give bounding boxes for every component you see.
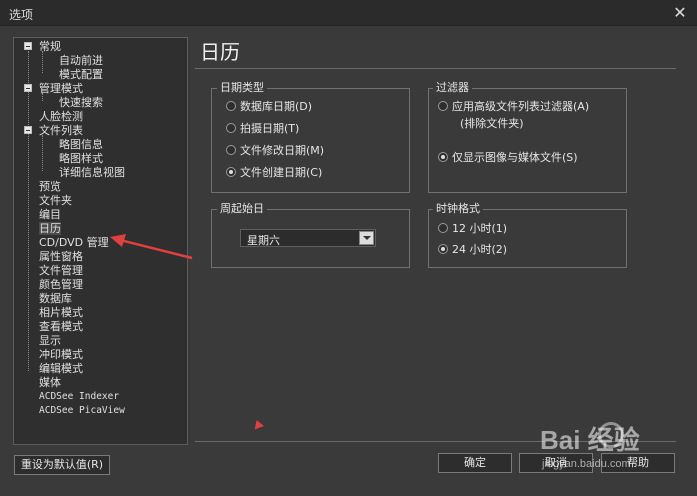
tree-item-cd-dvd[interactable]: CD/DVD 管理 — [39, 236, 109, 249]
tree-item-auto-advance[interactable]: 自动前进 — [59, 54, 103, 67]
tree-item-media[interactable]: 媒体 — [39, 376, 61, 389]
radio-24-hour[interactable]: 24 小时(2) — [438, 244, 507, 256]
tree-item-details-view[interactable]: 详细信息视图 — [59, 166, 125, 179]
tree-item-acdsee-picaview[interactable]: ACDSee PicaView — [39, 404, 125, 417]
expand-toggle-file-list[interactable] — [24, 126, 32, 134]
radio-dot[interactable] — [438, 223, 448, 233]
radio-images-media-only[interactable]: 仅显示图像与媒体文件(S) — [438, 152, 578, 164]
filter-sub-note: (排除文件夹) — [460, 117, 524, 130]
baidu-watermark: Bai 经验 jingyan.baidu.com — [540, 418, 690, 488]
expand-toggle-manage[interactable] — [24, 84, 32, 92]
tree-item-quick-search[interactable]: 快速搜索 — [59, 96, 103, 109]
week-start-title: 周起始日 — [217, 202, 267, 215]
clock-format-group — [428, 209, 627, 268]
radio-created-date[interactable]: 文件创建日期(C) — [226, 167, 322, 179]
tree-item-photo-mode[interactable]: 相片模式 — [39, 306, 83, 319]
radio-advanced-filter[interactable]: 应用高级文件列表过滤器(A) — [438, 101, 589, 113]
tree-item-file-list[interactable]: 文件列表 — [39, 124, 83, 137]
tree-item-file-management[interactable]: 文件管理 — [39, 264, 83, 277]
ok-button[interactable]: 确定 — [438, 453, 512, 473]
tree-item-thumb-style[interactable]: 略图样式 — [59, 152, 103, 165]
tree-connector — [42, 51, 43, 73]
watermark-brand: Bai 经验 — [540, 425, 640, 455]
annotation-arrow-icon — [110, 234, 193, 260]
tree-item-mode-config[interactable]: 模式配置 — [59, 68, 103, 81]
tree-item-properties-pane[interactable]: 属性窗格 — [39, 250, 83, 263]
radio-database-date[interactable]: 数据库日期(D) — [226, 101, 312, 113]
tree-item-display[interactable]: 显示 — [39, 334, 61, 347]
radio-dot[interactable] — [226, 101, 236, 111]
tree-connector — [28, 51, 29, 371]
tree-item-folders[interactable]: 文件夹 — [39, 194, 72, 207]
tree-item-general[interactable]: 常规 — [39, 40, 61, 53]
radio-12-hour[interactable]: 12 小时(1) — [438, 223, 507, 235]
reset-defaults-button[interactable]: 重设为默认值(R) — [14, 455, 110, 475]
filter-title: 过滤器 — [433, 81, 472, 94]
radio-dot[interactable] — [226, 123, 236, 133]
expand-toggle-general[interactable] — [24, 42, 32, 50]
chevron-down-icon[interactable] — [359, 231, 374, 245]
tree-item-view-mode[interactable]: 查看模式 — [39, 320, 83, 333]
week-start-select[interactable]: 星期六 — [240, 229, 376, 247]
watermark-url: jingyan.baidu.com — [542, 458, 631, 470]
page-title: 日历 — [200, 40, 240, 64]
window-title: 选项 — [9, 8, 34, 22]
annotation-marker-icon — [251, 418, 265, 430]
tree-connector — [42, 135, 43, 171]
radio-modified-date[interactable]: 文件修改日期(M) — [226, 145, 324, 157]
radio-dot[interactable] — [438, 244, 448, 254]
tree-item-database[interactable]: 数据库 — [39, 292, 72, 305]
tree-item-thumb-info[interactable]: 略图信息 — [59, 138, 103, 151]
tree-item-manage-mode[interactable]: 管理模式 — [39, 82, 83, 95]
close-icon[interactable]: ✕ — [669, 2, 691, 24]
radio-dot[interactable] — [226, 167, 236, 177]
tree-item-preview[interactable]: 预览 — [39, 180, 61, 193]
radio-dot[interactable] — [226, 145, 236, 155]
radio-dot[interactable] — [438, 152, 448, 162]
week-start-value: 星期六 — [247, 234, 280, 247]
date-type-title: 日期类型 — [217, 81, 267, 94]
tree-item-color-management[interactable]: 颜色管理 — [39, 278, 83, 291]
title-bar: 选项 ✕ — [0, 0, 697, 26]
divider — [195, 68, 676, 69]
tree-item-face-detect[interactable]: 人脸检测 — [39, 110, 83, 123]
clock-format-title: 时钟格式 — [433, 202, 483, 215]
tree-item-edit-mode[interactable]: 编辑模式 — [39, 362, 83, 375]
tree-item-acdsee-indexer[interactable]: ACDSee Indexer — [39, 390, 119, 403]
tree-item-catalog[interactable]: 编目 — [39, 208, 61, 221]
tree-item-print-mode[interactable]: 冲印模式 — [39, 348, 83, 361]
radio-dot[interactable] — [438, 101, 448, 111]
radio-capture-date[interactable]: 拍摄日期(T) — [226, 123, 299, 135]
tree-item-calendar[interactable]: 日历 — [39, 222, 61, 235]
